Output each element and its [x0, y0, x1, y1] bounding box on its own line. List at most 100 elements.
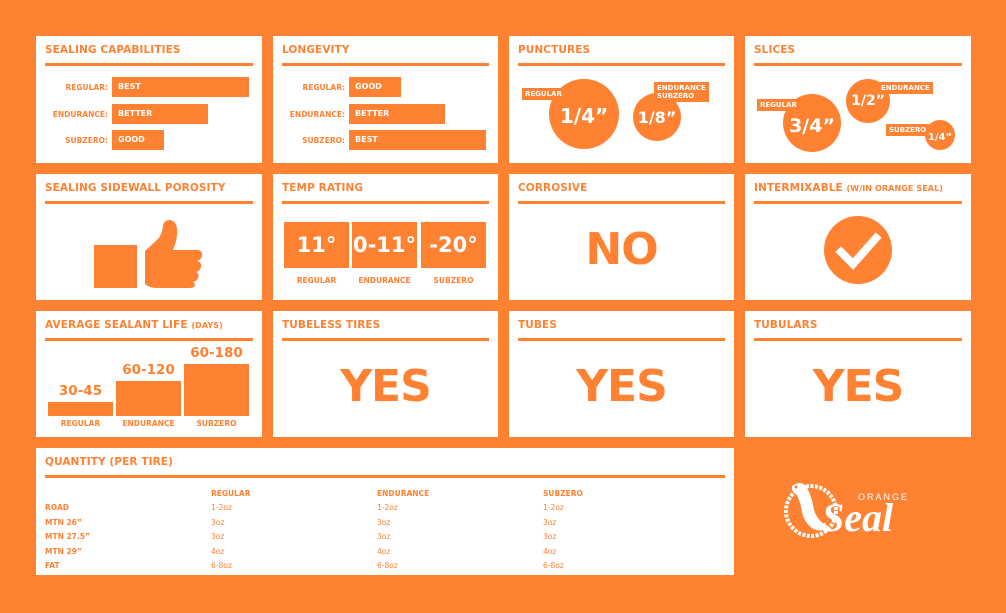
table-cell: 1-2oz — [211, 503, 232, 513]
column-header: ENDURANCE — [377, 488, 430, 498]
card-title: SEALING CAPABILITIES — [45, 44, 181, 56]
table-cell: 3oz — [211, 517, 225, 527]
title-main: AVERAGE SEALANT LIFE — [45, 319, 188, 331]
corrosive-value: NO — [585, 224, 658, 275]
table-cell: 3oz — [377, 517, 391, 527]
card-title: CORROSIVE — [518, 182, 588, 194]
slice-regular-label: REGULAR — [757, 99, 800, 111]
divider — [45, 201, 253, 204]
divider — [754, 201, 962, 204]
card-title: TEMP RATING — [282, 182, 364, 194]
bar-fill: BETTER — [112, 104, 208, 124]
table-cell: 4oz — [543, 546, 557, 556]
table-row: MTN 29” 4oz 4oz 4oz — [45, 544, 709, 559]
card-title: INTERMIXABLE (W/IN ORANGE SEAL) — [754, 182, 943, 194]
puncture-other-label: ENDURANCE SUBZERO — [654, 82, 709, 102]
bar-row: ENDURANCE: BETTER — [273, 104, 498, 124]
bar-row: ENDURANCE: BETTER — [36, 104, 262, 124]
card-sealing-capabilities: SEALING CAPABILITIES REGULAR: BEST ENDURAN… — [36, 36, 262, 163]
puncture-other-value: 1/8” — [637, 107, 677, 127]
label-line: ENDURANCE — [657, 84, 706, 92]
bar-label: REGULAR: — [302, 83, 345, 92]
table-row: MTN 26” 3oz 3oz 3oz — [45, 515, 709, 530]
card-longevity: LONGEVITY REGULAR: GOOD ENDURANCE: BETTER SU… — [273, 36, 498, 163]
slice-subzero-circle: 1/4” — [925, 120, 955, 150]
table-cell: 6-8oz — [377, 561, 398, 571]
table-cell: 4oz — [211, 546, 225, 556]
bar-row: REGULAR: BEST — [36, 77, 262, 97]
life-value: 60-180 — [190, 345, 243, 361]
divider — [518, 63, 725, 66]
row-header: ROAD — [45, 503, 69, 513]
card-slices: SLICES 3/4” REGULAR 1/2” ENDURANCE 1/4” … — [745, 36, 971, 163]
temp-subzero-label: SUBZERO — [433, 276, 474, 285]
thumbs-up-icon — [94, 220, 203, 288]
table-cell: 4oz — [377, 546, 391, 556]
bar-row: SUBZERO: BEST — [273, 130, 498, 150]
divider — [45, 475, 725, 478]
divider — [45, 338, 253, 341]
card-average-sealant-life: AVERAGE SEALANT LIFE (DAYS) 30-45 REGULAR… — [36, 311, 262, 437]
card-quantity: QUANTITY (PER TIRE) REGULAR ENDURANCE SUBZ… — [36, 448, 734, 575]
card-title: PUNCTURES — [518, 44, 591, 56]
table-cell: 3oz — [543, 532, 557, 542]
row-header: MTN 26” — [45, 517, 82, 527]
slice-subzero-label: SUBZERO — [886, 124, 930, 136]
life-bar — [184, 364, 249, 416]
row-header: MTN 27.5” — [45, 532, 90, 542]
card-title: SEALING SIDEWALL POROSITY — [45, 182, 226, 194]
card-title: LONGEVITY — [282, 44, 350, 56]
divider — [754, 338, 962, 341]
column-header — [45, 486, 211, 501]
title-sub: (DAYS) — [191, 321, 223, 330]
title-sub: (W/IN ORANGE SEAL) — [846, 184, 944, 193]
card-corrosive: CORROSIVE NO — [509, 174, 734, 300]
temp-endurance-label: ENDURANCE — [358, 276, 411, 285]
card-title: QUANTITY (PER TIRE) — [45, 456, 173, 468]
slice-endurance-value: 1/2” — [851, 93, 885, 109]
bar-row: REGULAR: GOOD — [273, 77, 498, 97]
puncture-regular-label: REGULAR — [522, 88, 565, 100]
orange-seal-logo: ORANGE Seal — [782, 474, 942, 554]
bar-label: SUBZERO: — [302, 136, 345, 145]
divider — [45, 63, 253, 66]
table-cell: 6-8oz — [211, 561, 232, 571]
table-header-row: REGULAR ENDURANCE SUBZERO — [45, 486, 709, 501]
check-circle-icon — [824, 216, 892, 284]
divider — [518, 201, 725, 204]
divider — [518, 338, 725, 341]
card-title: TUBELESS TIRES — [282, 319, 381, 331]
divider — [282, 201, 489, 204]
table-row: ROAD 1-2oz 1-2oz 1-2oz — [45, 501, 709, 516]
bar-label: ENDURANCE: — [289, 110, 345, 119]
divider — [282, 63, 489, 66]
card-temp-rating: TEMP RATING 11° 0-11° -20° REGULAR ENDUR… — [273, 174, 498, 300]
bar-fill: GOOD — [349, 77, 401, 97]
tubulars-value: YES — [812, 361, 905, 412]
temp-subzero-value: -20° — [421, 222, 486, 268]
column-header: REGULAR — [211, 488, 251, 498]
column-header: SUBZERO — [543, 488, 583, 498]
divider — [282, 338, 489, 341]
temp-endurance-value: 0-11° — [352, 222, 417, 268]
card-intermixable: INTERMIXABLE (W/IN ORANGE SEAL) — [745, 174, 971, 300]
bar-fill: BETTER — [349, 104, 445, 124]
card-title: AVERAGE SEALANT LIFE (DAYS) — [45, 319, 223, 331]
title-main: INTERMIXABLE — [754, 182, 843, 194]
card-tubeless-tires: TUBELESS TIRES YES — [273, 311, 498, 437]
bar-fill: GOOD — [112, 130, 164, 150]
bar-label: ENDURANCE: — [52, 110, 108, 119]
bar-fill: BEST — [112, 77, 249, 97]
puncture-regular-value: 1/4” — [559, 104, 609, 128]
temp-regular-label: REGULAR — [296, 276, 337, 285]
card-sealing-sidewall-porosity: SEALING SIDEWALL POROSITY — [36, 174, 262, 300]
table-row: MTN 27.5” 3oz 3oz 3oz — [45, 530, 709, 545]
tubeless-value: YES — [340, 361, 432, 412]
tubes-value: YES — [576, 361, 668, 412]
life-label: REGULAR — [60, 419, 101, 428]
table-row: FAT 6-8oz 6-8oz 6-8oz — [45, 559, 709, 574]
row-header: FAT — [45, 561, 60, 571]
table-cell: 1-2oz — [543, 503, 564, 513]
bar-label: SUBZERO: — [65, 136, 108, 145]
card-title: SLICES — [754, 44, 796, 56]
